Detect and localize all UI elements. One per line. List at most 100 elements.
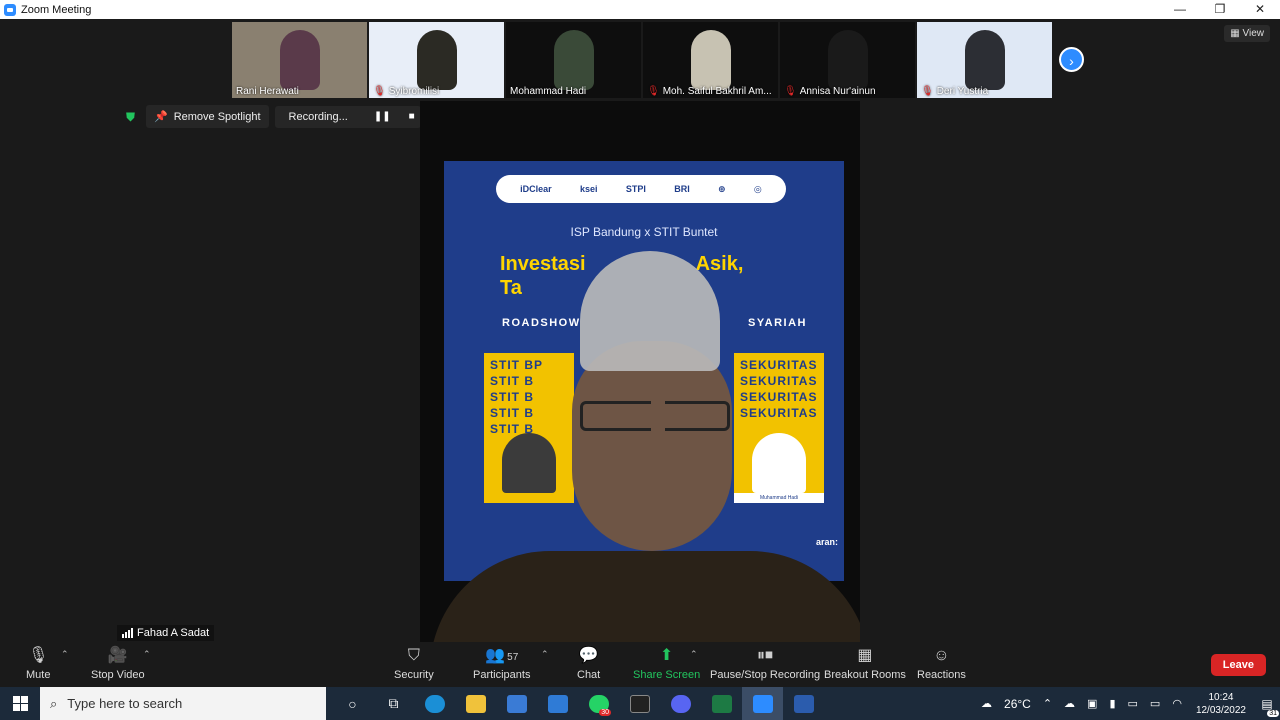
sponsor-logo: STPI <box>625 184 646 194</box>
share-options-caret[interactable]: ⌃ <box>690 649 698 660</box>
sponsor-logo: BRI <box>674 184 690 194</box>
sponsor-logo: ⊕ <box>718 183 726 194</box>
start-button[interactable] <box>0 687 40 720</box>
remove-spotlight-label: Remove Spotlight <box>173 110 261 123</box>
participant-thumbnail[interactable]: 🎙 Deri Yustria <box>917 22 1052 98</box>
view-button[interactable]: ▦ View <box>1224 25 1270 42</box>
tray-app-icon[interactable]: ▣ <box>1081 697 1103 710</box>
presenter-head <box>572 341 732 551</box>
participant-video <box>964 30 1005 90</box>
participant-name: 🎙 Syibromilisi <box>373 86 440 97</box>
whatsapp-badge: 30 <box>599 709 611 716</box>
wifi-icon[interactable]: ◠ <box>1166 697 1188 710</box>
reactions-smiley-icon: ☺ <box>933 647 950 664</box>
sponsor-logos: iDClear ksei STPI BRI ⊕ ◎ <box>496 175 786 203</box>
muted-mic-icon: 🎙 <box>921 86 934 97</box>
leave-button[interactable]: Leave <box>1210 654 1266 676</box>
spotlight-video: iDClear ksei STPI BRI ⊕ ◎ ISP Bandung x STIT … <box>420 101 860 642</box>
recording-label: Recording... <box>288 110 348 123</box>
excel-icon[interactable] <box>701 687 742 720</box>
window-title: Zoom Meeting <box>21 3 92 16</box>
signal-strength-icon <box>122 628 133 638</box>
participant-name: 🎙 Deri Yustria <box>921 86 989 97</box>
word-icon[interactable] <box>783 687 824 720</box>
security-button[interactable]: ⛉ Security <box>394 645 434 681</box>
whatsapp-icon[interactable]: 30 <box>578 687 619 720</box>
file-explorer-icon[interactable] <box>455 687 496 720</box>
restore-button[interactable]: ❐ <box>1200 0 1240 19</box>
onedrive-icon[interactable]: ☁ <box>1058 697 1081 710</box>
remove-spotlight-button[interactable]: 📌 Remove Spotlight <box>146 105 269 128</box>
discord-icon[interactable] <box>660 687 701 720</box>
participant-video <box>416 30 457 90</box>
poster-headline-2: Ta <box>500 277 522 299</box>
participant-video <box>690 30 731 90</box>
pause-recording-button[interactable]: ❚❚ <box>374 111 391 122</box>
stop-recording-button[interactable]: ■ <box>409 111 415 122</box>
battery-icon[interactable]: ▭ <box>1144 697 1166 710</box>
self-name-label: Fahad A Sadat <box>137 627 210 639</box>
temperature: 26°C <box>1004 696 1031 711</box>
participant-thumbnail[interactable]: Mohammad Hadi <box>506 22 641 98</box>
clock[interactable]: 10:24 12/03/2022 <box>1188 691 1254 717</box>
microphone-icon: 🎙 <box>28 647 49 664</box>
breakout-grid-icon: ▦ <box>857 647 873 664</box>
sponsor-logo: iDClear <box>520 184 552 194</box>
weather-cloud-icon[interactable]: ☁ <box>975 697 998 710</box>
participant-thumbnail[interactable]: Rani Herawati <box>232 22 367 98</box>
participants-options-caret[interactable]: ⌃ <box>541 649 549 660</box>
next-page-button[interactable]: › <box>1059 47 1084 72</box>
mute-button[interactable]: 🎙 Mute <box>26 645 50 681</box>
display-icon[interactable]: ▭ <box>1122 697 1144 710</box>
pause-stop-recording-button[interactable]: ⏸⏹ Pause/Stop Recording <box>710 645 820 681</box>
participant-name: 🎙 Moh. Saiful Bakhril Am... <box>647 86 772 97</box>
zoom-taskbar-icon[interactable] <box>742 687 783 720</box>
stop-video-button[interactable]: 🎥 Stop Video <box>91 645 145 681</box>
tray-overflow-icon[interactable]: ⌃ <box>1037 697 1058 710</box>
notification-center-icon[interactable]: ▤ 31 <box>1254 697 1280 717</box>
usb-icon[interactable]: ▮ <box>1103 697 1121 710</box>
mail-icon[interactable] <box>537 687 578 720</box>
poster-subtitle: ISP Bandung x STIT Buntet <box>570 225 718 239</box>
close-button[interactable]: ✕ <box>1240 0 1280 19</box>
breakout-rooms-label: Breakout Rooms <box>824 669 906 681</box>
edge-icon[interactable] <box>414 687 455 720</box>
store-icon[interactable] <box>496 687 537 720</box>
search-placeholder: Type here to search <box>67 696 183 711</box>
taskbar-search[interactable]: ⌕ Type here to search <box>40 687 326 720</box>
windows-taskbar: ⌕ Type here to search ○ ⧉ 30 ☁ 26°C ⌃ ☁ … <box>0 687 1280 720</box>
breakout-rooms-button[interactable]: ▦ Breakout Rooms <box>824 645 906 681</box>
security-shield-icon: ⛉ <box>407 647 420 664</box>
participant-video <box>553 30 594 90</box>
task-view-icon[interactable]: ⧉ <box>373 687 414 720</box>
reactions-button[interactable]: ☺ Reactions <box>917 645 966 681</box>
participants-icon: 👥 57 <box>485 647 519 664</box>
spotlight-recording-bar: ⛊ 📌 Remove Spotlight Recording... ❚❚ ■ <box>126 105 421 128</box>
minimize-button[interactable]: — <box>1160 0 1200 19</box>
encryption-shield-icon: ⛊ <box>126 109 136 124</box>
hots-icon[interactable] <box>619 687 660 720</box>
system-tray: ☁ 26°C ⌃ ☁ ▣ ▮ ▭ ▭ ◠ 10:24 12/03/2022 ▤ 3… <box>975 687 1280 720</box>
participant-name: 🎙 Annisa Nur'ainun <box>784 86 876 97</box>
cortana-icon[interactable]: ○ <box>332 687 373 720</box>
muted-mic-icon: 🎙 <box>784 86 797 97</box>
participant-thumbnail[interactable]: 🎙 Moh. Saiful Bakhril Am... <box>643 22 778 98</box>
audio-options-caret[interactable]: ⌃ <box>61 649 69 660</box>
pause-stop-icon: ⏸⏹ <box>757 647 774 664</box>
participant-thumbnail[interactable]: 🎙 Syibromilisi <box>369 22 504 98</box>
title-bar: Zoom Meeting — ❐ ✕ <box>0 0 1280 19</box>
participant-name: Mohammad Hadi <box>510 86 587 97</box>
chat-button[interactable]: 💬 Chat <box>577 645 600 681</box>
poster-pay-text: aran: <box>815 537 838 547</box>
chat-label: Chat <box>577 669 601 681</box>
participant-thumbnail[interactable]: 🎙 Annisa Nur'ainun <box>780 22 915 98</box>
participants-count: 57 <box>507 652 519 663</box>
mute-label: Mute <box>26 669 51 681</box>
participants-button[interactable]: 👥 57 Participants <box>473 645 530 681</box>
pause-stop-recording-label: Pause/Stop Recording <box>710 669 821 681</box>
clock-time: 10:24 <box>1208 691 1234 703</box>
video-options-caret[interactable]: ⌃ <box>143 649 151 660</box>
presenter-cap <box>580 251 720 371</box>
zoom-logo-icon <box>4 3 16 16</box>
share-screen-label: Share Screen <box>633 669 701 681</box>
